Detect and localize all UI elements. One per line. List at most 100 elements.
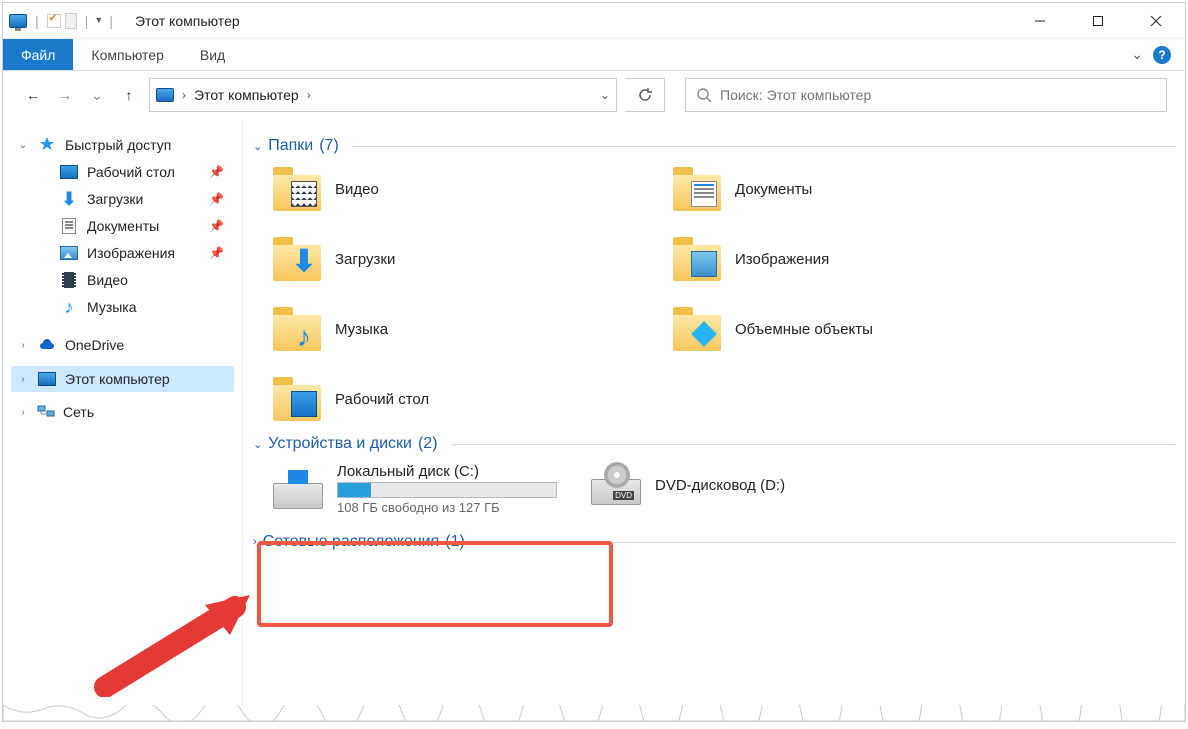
ribbon-expand-icon[interactable]: ⌄ [1131,46,1143,63]
dvd-icon [591,463,641,507]
folder-downloads[interactable]: ⬇ Загрузки [273,235,653,283]
nav-forward-button[interactable]: → [53,83,77,107]
pin-icon: 📌 [209,246,228,260]
folder-3d-objects[interactable]: Объемные объекты [673,305,1053,353]
network-icon [37,405,55,419]
pin-icon: 📌 [209,219,228,233]
group-count: (7) [319,137,339,155]
drive-d[interactable]: DVD-дисковод (D:) [591,463,785,507]
folder-icon: ⬇ [273,235,321,283]
help-icon[interactable]: ? [1153,46,1171,64]
ribbon-tab-computer[interactable]: Компьютер [73,39,181,70]
ribbon: Файл Компьютер Вид ⌄ ? [3,39,1185,71]
sidebar-this-pc[interactable]: › Этот компьютер [11,366,234,392]
folder-desktop[interactable]: Рабочий стол [273,375,653,423]
nav-recent-button[interactable]: ⌄ [85,83,109,107]
this-pc-icon [9,14,27,28]
caret-right-icon[interactable]: › [17,374,29,385]
folder-documents[interactable]: Документы [673,165,1053,213]
sidebar-item-label: Сеть [63,404,94,420]
folder-music[interactable]: ♪ Музыка [273,305,653,353]
explorer-window: | | ▾ | Этот компьютер Файл Компьютер Ви… [2,2,1186,722]
refresh-button[interactable] [625,78,665,112]
folder-label: Изображения [735,251,829,268]
music-icon: ♪ [65,297,74,318]
ribbon-tab-file[interactable]: Файл [3,39,73,70]
address-chevron-icon[interactable]: › [182,88,186,102]
folder-icon [673,305,721,353]
star-icon [37,136,57,154]
nav-back-button[interactable]: ← [21,83,45,107]
qat-customize-icon[interactable]: ▾ [96,15,101,26]
sidebar-item-pictures[interactable]: Изображения 📌 [33,240,234,266]
qat-properties-icon[interactable] [47,14,61,28]
caret-down-icon: ⌄ [253,140,262,153]
sidebar-item-videos[interactable]: Видео [33,267,234,293]
address-bar[interactable]: › Этот компьютер › ⌄ [149,78,617,112]
breadcrumb[interactable]: Этот компьютер [194,87,299,103]
folder-label: Видео [335,181,379,198]
content: ⌄ Быстрый доступ Рабочий стол 📌 ⬇ Загруз… [3,119,1185,721]
search-icon [696,87,712,103]
sidebar-quick-access[interactable]: ⌄ Быстрый доступ [11,132,234,158]
group-network-locations[interactable]: › Сетевые расположения (1) [253,533,1175,551]
group-count: (1) [445,533,465,551]
qat-separator: | [31,13,43,29]
folder-label: Документы [735,181,812,198]
pin-icon: 📌 [209,165,228,179]
search-input[interactable] [720,87,1156,103]
qat: | | ▾ | [3,13,123,29]
maximize-button[interactable] [1069,3,1127,39]
drive-name: DVD-дисковод (D:) [655,477,785,494]
window-controls [1011,3,1185,39]
window-title: Этот компьютер [123,13,240,29]
search-box[interactable] [685,78,1167,112]
monitor-icon [38,372,56,386]
nav-up-button[interactable]: ↑ [117,83,141,107]
sidebar-item-downloads[interactable]: ⬇ Загрузки 📌 [33,186,234,212]
folder-icon [673,165,721,213]
group-count: (2) [418,435,438,453]
sidebar-item-label: Этот компьютер [65,371,170,387]
sidebar-onedrive[interactable]: › OneDrive [11,332,234,358]
group-label: Папки [268,137,313,155]
folder-icon [673,235,721,283]
qat-newfolder-icon[interactable] [65,13,77,29]
group-folders[interactable]: ⌄ Папки (7) [253,137,1175,155]
sidebar-item-label: Изображения [87,245,175,261]
close-button[interactable] [1127,3,1185,39]
sidebar-item-label: Загрузки [87,191,143,207]
minimize-button[interactable] [1011,3,1069,39]
titlebar: | | ▾ | Этот компьютер [3,3,1185,39]
address-history-icon[interactable]: ⌄ [600,88,610,102]
drive-c[interactable]: Локальный диск (C:) 108 ГБ свободно из 1… [273,463,557,515]
folder-pictures[interactable]: Изображения [673,235,1053,283]
sidebar-item-label: Музыка [87,299,137,315]
caret-down-icon[interactable]: ⌄ [17,140,29,151]
caret-right-icon[interactable]: › [17,407,29,418]
ribbon-tab-view[interactable]: Вид [182,39,243,70]
sidebar-item-documents[interactable]: Документы 📌 [33,213,234,239]
folder-icon: ♪ [273,305,321,353]
folder-label: Объемные объекты [735,321,873,338]
sidebar-item-desktop[interactable]: Рабочий стол 📌 [33,159,234,185]
group-label: Сетевые расположения [263,533,440,551]
pin-icon: 📌 [209,192,228,206]
group-devices[interactable]: ⌄ Устройства и диски (2) [253,435,1175,453]
sidebar-item-label: OneDrive [65,337,124,353]
address-chevron-icon[interactable]: › [307,88,311,102]
sidebar-network[interactable]: › Сеть [11,400,234,424]
sidebar-item-music[interactable]: ♪ Музыка [33,294,234,320]
qat-separator2: | [81,13,93,29]
sidebar-item-label: Быстрый доступ [65,137,171,153]
caret-right-icon[interactable]: › [17,340,29,351]
hdd-icon [273,467,323,511]
pictures-icon [60,246,78,260]
address-icon [156,88,174,102]
folder-videos[interactable]: Видео [273,165,653,213]
folder-label: Загрузки [335,251,395,268]
torn-edge-decoration [3,705,1185,721]
download-icon: ⬇ [61,189,76,210]
group-label: Устройства и диски [268,435,412,453]
sidebar-item-label: Документы [87,218,159,234]
